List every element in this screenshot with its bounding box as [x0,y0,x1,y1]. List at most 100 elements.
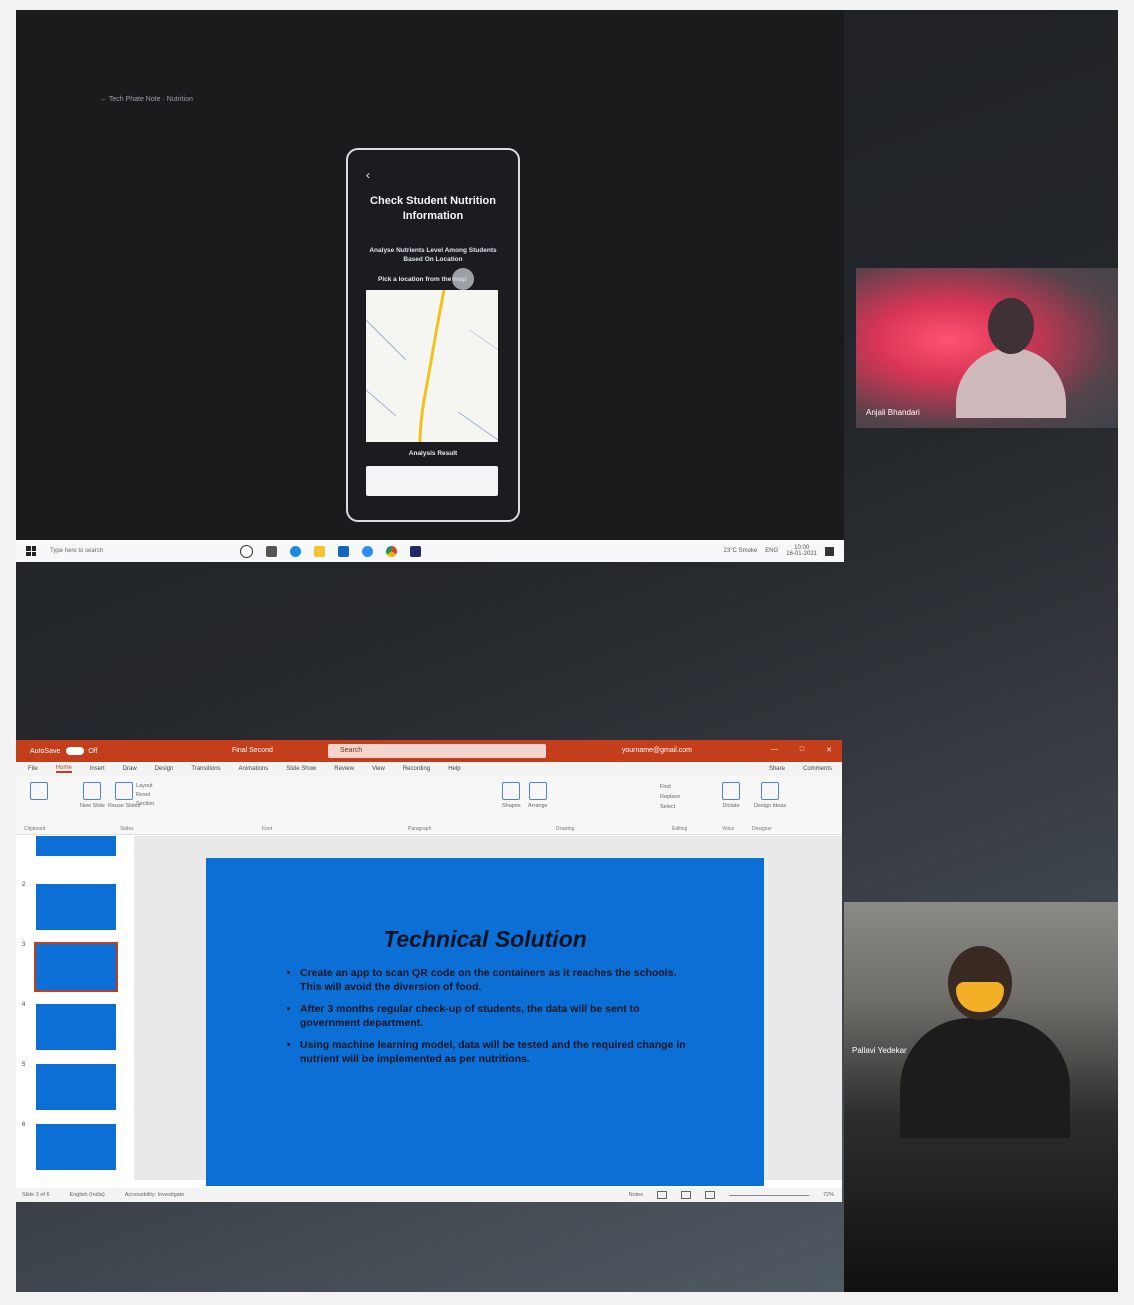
taskbar-search[interactable]: Type here to search [50,548,220,554]
design-ideas-icon [761,782,780,800]
reset-button[interactable]: Reset [136,791,154,800]
slide-thumbnail[interactable] [36,836,116,856]
zoom-slider[interactable] [728,1194,809,1196]
document-name[interactable]: Final Second [232,747,273,754]
paragraph-group-label: Paragraph [408,826,432,832]
shapes-icon [502,782,521,800]
design-ideas-label: Design Ideas [754,803,787,809]
find-button[interactable]: Find [660,782,680,792]
back-arrow-icon[interactable]: ‹ [366,168,370,182]
participant-tile[interactable]: Pallavi Yedekar [844,902,1118,1292]
clock[interactable]: 10:00 16-01-2021 [786,545,817,557]
title-bar: AutoSave Off Final Second Search yournam… [16,740,842,762]
current-slide[interactable]: Technical Solution Create an app to scan… [206,858,764,1186]
powerpoint-window: AutoSave Off Final Second Search yournam… [16,740,842,1202]
clipboard-group-label: Clipboard [24,826,46,832]
slide-number: 5 [22,1062,26,1068]
font-group-label: Font [262,826,273,832]
select-button[interactable]: Select [660,802,680,812]
dictate-button[interactable]: Dictate [722,782,740,809]
bullet-item: After 3 months regular check-up of stude… [300,1002,700,1030]
tab-view[interactable]: View [372,766,385,772]
edge-icon[interactable] [290,545,301,557]
slide-thumbnails: 2 3 4 5 6 [16,836,134,1180]
tab-home[interactable]: Home [55,765,72,773]
paste-button[interactable] [30,782,48,803]
slide-thumbnail[interactable] [36,1064,116,1110]
normal-view-icon[interactable] [656,1191,667,1199]
slide-thumbnail[interactable] [36,1124,116,1170]
accessibility-status[interactable]: Accessibility: Investigate [125,1192,185,1198]
participant-tile[interactable]: Anjali Bhandari [856,268,1118,428]
windows-start-icon[interactable] [26,546,36,556]
tab-file[interactable]: File [28,766,38,772]
file-explorer-icon[interactable] [314,545,325,557]
close-icon[interactable]: ✕ [826,746,832,754]
shapes-button[interactable]: Shapes [502,782,521,809]
zoom-level[interactable]: 72% [823,1192,834,1198]
zoom-icon[interactable] [362,545,373,557]
shapes-label: Shapes [502,803,521,809]
reuse-slides-icon [115,782,134,800]
participant-video [956,348,1066,418]
task-view-icon[interactable] [240,544,253,558]
phone-frame: ‹ Check Student Nutrition Information An… [346,148,520,522]
dictate-label: Dictate [722,803,740,809]
weather-tray[interactable]: 23°C Smoke [724,548,758,554]
tab-slide-show[interactable]: Slide Show [286,766,316,772]
user-account[interactable]: yourname@gmail.com [622,747,692,754]
tab-insert[interactable]: Insert [90,766,105,772]
notification-icon[interactable] [825,546,834,556]
tab-help[interactable]: Help [448,766,460,772]
taskbar: Type here to search 23°C Smoke ENG 10:00… [16,540,844,562]
participant-avatar [988,298,1034,354]
analysis-result-button[interactable] [366,466,498,496]
ribbon: New Slide Reuse Slides Layout Reset Sect… [16,776,842,835]
search-input[interactable]: Search [328,744,546,758]
location-map[interactable] [366,290,498,442]
chrome-icon[interactable] [386,545,397,557]
mail-icon[interactable] [338,545,349,557]
tab-draw[interactable]: Draw [123,766,137,772]
reading-view-icon[interactable] [704,1191,715,1199]
slide-thumbnail[interactable] [36,1004,116,1050]
arrange-button[interactable]: Arrange [528,782,548,809]
replace-button[interactable]: Replace [660,792,680,802]
slide-sorter-icon[interactable] [680,1191,691,1199]
tab-review[interactable]: Review [334,766,354,772]
language-indicator[interactable]: ENG [765,548,778,554]
arrange-label: Arrange [528,803,548,809]
tab-animations[interactable]: Animations [239,766,269,772]
section-button[interactable]: Section [136,800,154,809]
autosave-toggle[interactable] [66,747,85,755]
layout-button[interactable]: Layout [136,782,154,791]
phone-subtitle: Analyse Nutrients Level Among Students B… [369,247,497,263]
new-slide-icon [83,782,102,800]
slide-thumbnail-selected[interactable] [34,942,118,992]
minimize-icon[interactable]: — [771,746,778,754]
share-button[interactable]: Share [769,766,785,772]
slide-options: Layout Reset Section [136,782,154,809]
widgets-icon[interactable] [266,545,277,557]
autosave-state: Off [88,747,98,755]
maximize-icon[interactable]: □ [800,746,804,754]
slide-title[interactable]: Technical Solution [206,926,764,953]
comments-button[interactable]: Comments [803,766,832,772]
arrange-icon [528,782,547,800]
slide-thumbnail[interactable] [36,884,116,930]
tab-design[interactable]: Design [155,766,174,772]
language-status[interactable]: English (India) [70,1192,105,1198]
autosave-label: AutoSave [30,747,61,755]
slide-editor: Technical Solution Create an app to scan… [134,836,842,1186]
tab-recording[interactable]: Recording [403,766,430,772]
voice-group-label: Voice [722,826,735,832]
slide-bullets[interactable]: Create an app to scan QR code on the con… [286,966,700,1074]
design-ideas-button[interactable]: Design Ideas [754,782,786,809]
editing-group-label: Editing [672,826,688,832]
pointer-cursor-icon [452,268,474,290]
powerpoint-icon[interactable] [410,545,421,557]
notes-button[interactable]: Notes [629,1192,643,1198]
new-slide-button[interactable]: New Slide [80,782,105,809]
tab-transitions[interactable]: Transitions [191,766,220,772]
participant-video [900,1018,1070,1138]
